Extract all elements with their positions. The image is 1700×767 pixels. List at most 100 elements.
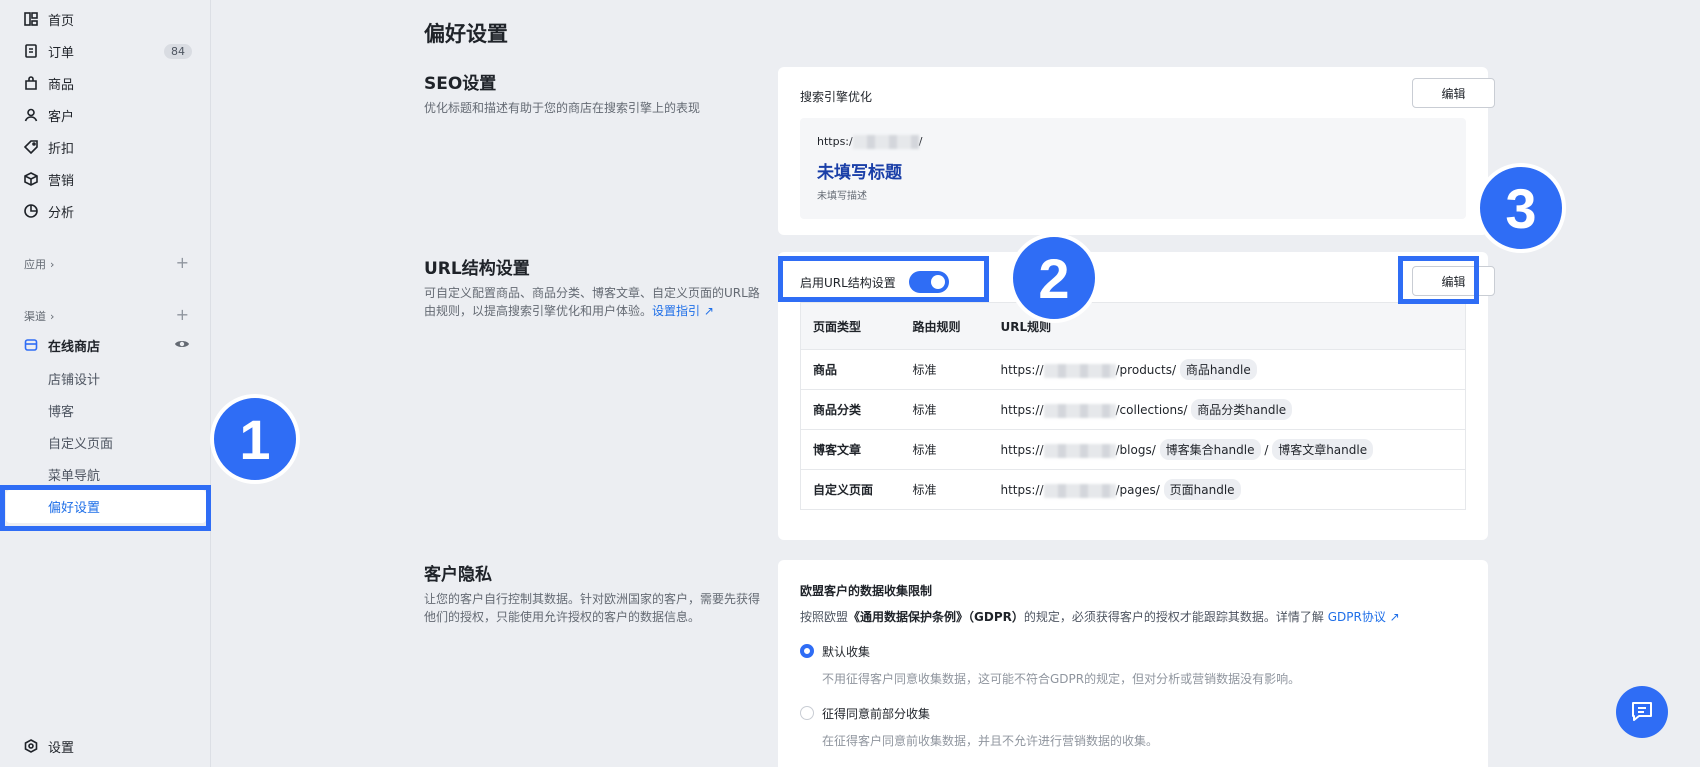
sidebar-item-label: 在线商店 (48, 339, 101, 355)
handle-tag: 商品分类handle (1191, 399, 1293, 420)
sidebar-item-discounts[interactable]: 折扣 (0, 133, 210, 161)
gdpr-notice: 按照欧盟《通用数据保护条例》（GDPR）的规定，必须获得客户的授权才能跟踪其数据… (800, 610, 1400, 624)
privacy-card: 欧盟客户的数据收集限制 按照欧盟《通用数据保护条例》（GDPR）的规定，必须获得… (778, 560, 1488, 767)
radio-partial-collect[interactable] (800, 706, 814, 720)
cell-url-rule: https:///blogs/ 博客集合handle / 博客文章handle (988, 429, 1466, 470)
option-label: 默认收集 (822, 645, 871, 659)
seo-section-title: SEO设置 (424, 74, 497, 94)
table-row: 商品 标准 https:///products/ 商品handle (800, 349, 1466, 390)
sidebar-item-marketing[interactable]: 营销 (0, 165, 210, 193)
sidebar-item-label: 营销 (48, 173, 75, 189)
channels-group-title[interactable]: 渠道 › (24, 308, 54, 324)
sidebar-item-label: 设置 (48, 740, 75, 756)
cell-page-type: 博客文章 (800, 429, 901, 470)
sidebar-item-home[interactable]: 首页 (0, 5, 210, 33)
external-link-icon: ↗ (703, 304, 714, 318)
tag-icon (23, 139, 39, 155)
gdpr-agreement-link[interactable]: GDPR协议 ↗ (1324, 610, 1400, 624)
sidebar-item-label: 客户 (48, 109, 75, 125)
channels-label: 渠道 (24, 310, 46, 323)
blurred-domain (1043, 443, 1116, 458)
cell-route-rule: 标准 (900, 389, 989, 430)
cell-page-type: 自定义页面 (813, 483, 874, 497)
sidebar-item-customers[interactable]: 客户 (0, 101, 210, 129)
blurred-domain (852, 135, 919, 149)
callout-2: 2 (1009, 233, 1099, 323)
seo-section-desc: 优化标题和描述有助于您的商店在搜索引擎上的表现 (424, 101, 701, 115)
option-label: 征得同意前部分收集 (822, 707, 931, 721)
sidebar: 首页 订单 84 商品 客户 折扣 营销 分析 应用 › + 渠道 › + 在线商店… (0, 0, 211, 767)
dashboard-icon (23, 11, 39, 27)
chevron-right-icon: › (50, 257, 55, 271)
col-header: 页面类型 (800, 302, 901, 350)
privacy-card-label: 欧盟客户的数据收集限制 (800, 584, 933, 598)
chart-icon (23, 203, 39, 219)
seo-preview-desc: 未填写描述 (817, 191, 867, 202)
sidebar-item-label: 分析 (48, 205, 75, 221)
sidebar-subitem-store-design[interactable]: 店铺设计 (48, 369, 100, 388)
apps-group-title[interactable]: 应用 › (24, 256, 54, 272)
handle-tag: 博客集合handle (1159, 439, 1261, 460)
settings-icon (23, 738, 39, 754)
cell-page-type: 商品 (800, 349, 901, 390)
sidebar-item-label: 首页 (48, 13, 75, 29)
sidebar-item-analytics[interactable]: 分析 (0, 197, 210, 225)
option-desc: 不用征得客户同意收集数据，这可能不符合GDPR的规定，但对分析或营销数据没有影响… (822, 672, 1301, 686)
orders-count-badge: 84 (164, 43, 192, 59)
cell-page-type: 商品分类 (800, 389, 901, 430)
cell-route-rule: 标准 (900, 349, 989, 390)
seo-card: 搜索引擎优化 编辑 https:// 未填写标题 未填写描述 (778, 67, 1495, 235)
radio-default-collect[interactable] (800, 644, 814, 658)
sidebar-subitem-blog[interactable]: 博客 (48, 401, 74, 420)
privacy-section-desc: 让您的客户自行控制其数据。针对欧洲国家的客户，需要先获得他们的授权，只能使用允许… (424, 592, 761, 624)
add-app-icon[interactable]: + (176, 255, 189, 271)
cell-route-rule: 标准 (900, 429, 989, 470)
apps-label: 应用 (24, 258, 46, 271)
setup-guide-link[interactable]: 设置指引 ↗ (652, 304, 714, 318)
callout-3: 3 (1476, 163, 1566, 253)
page-title: 偏好设置 (424, 22, 508, 46)
handle-tag: 博客文章handle (1272, 439, 1374, 460)
chevron-right-icon: › (50, 309, 55, 323)
active-item-background (6, 490, 206, 523)
sidebar-item-label: 商品 (48, 77, 75, 93)
cube-icon (23, 171, 39, 187)
privacy-section-title: 客户隐私 (424, 565, 492, 585)
seo-preview: https:// 未填写标题 未填写描述 (800, 118, 1466, 219)
cell-url-rule: https:///products/ 商品handle (988, 349, 1466, 390)
chat-support-button[interactable] (1616, 686, 1668, 738)
seo-edit-button[interactable]: 编辑 (1412, 78, 1495, 108)
highlight-box-url-toggle (778, 256, 989, 302)
seo-preview-title: 未填写标题 (817, 163, 902, 183)
table-row: 自定义页面 标准 https:///pages/ 页面handle (801, 470, 1466, 510)
sidebar-item-label: 折扣 (48, 141, 75, 157)
sidebar-subitem-preferences[interactable]: 偏好设置 (48, 497, 100, 516)
bag-icon (23, 75, 39, 91)
user-icon (23, 107, 39, 123)
blurred-domain (1043, 483, 1116, 498)
url-section-desc: 可自定义配置商品、商品分类、博客文章、自定义页面的URL路由规则，以提高搜索引擎… (424, 286, 760, 318)
highlight-box-url-edit (1398, 256, 1479, 304)
url-section-title: URL结构设置 (424, 259, 530, 279)
cell-url-rule: https:///collections/ 商品分类handle (988, 389, 1466, 430)
callout-1: 1 (210, 394, 300, 484)
add-channel-icon[interactable]: + (176, 307, 189, 323)
sidebar-item-products[interactable]: 商品 (0, 69, 210, 97)
store-icon (23, 337, 39, 353)
handle-tag: 商品handle (1179, 359, 1257, 380)
sidebar-subitem-menu-nav[interactable]: 菜单导航 (48, 465, 100, 484)
sidebar-subitem-custom-pages[interactable]: 自定义页面 (48, 433, 113, 452)
seo-preview-url: https:// (817, 135, 923, 149)
seo-card-label: 搜索引擎优化 (800, 90, 873, 104)
sidebar-item-orders[interactable]: 订单 84 (0, 37, 210, 65)
cell-route-rule: 标准 (912, 483, 937, 497)
blurred-domain (1043, 403, 1116, 418)
table-row: 博客文章 标准 https:///blogs/ 博客集合handle / 博客文… (800, 429, 1466, 470)
sidebar-item-settings[interactable]: 设置 (0, 732, 210, 760)
handle-tag: 页面handle (1163, 479, 1241, 500)
order-icon (23, 43, 39, 59)
option-desc: 在征得客户同意前收集数据，并且不允许进行营销数据的收集。 (822, 734, 1159, 748)
table-row: 商品分类 标准 https:///collections/ 商品分类handle (800, 389, 1466, 430)
col-header: 路由规则 (900, 302, 989, 350)
eye-icon[interactable] (174, 338, 190, 350)
